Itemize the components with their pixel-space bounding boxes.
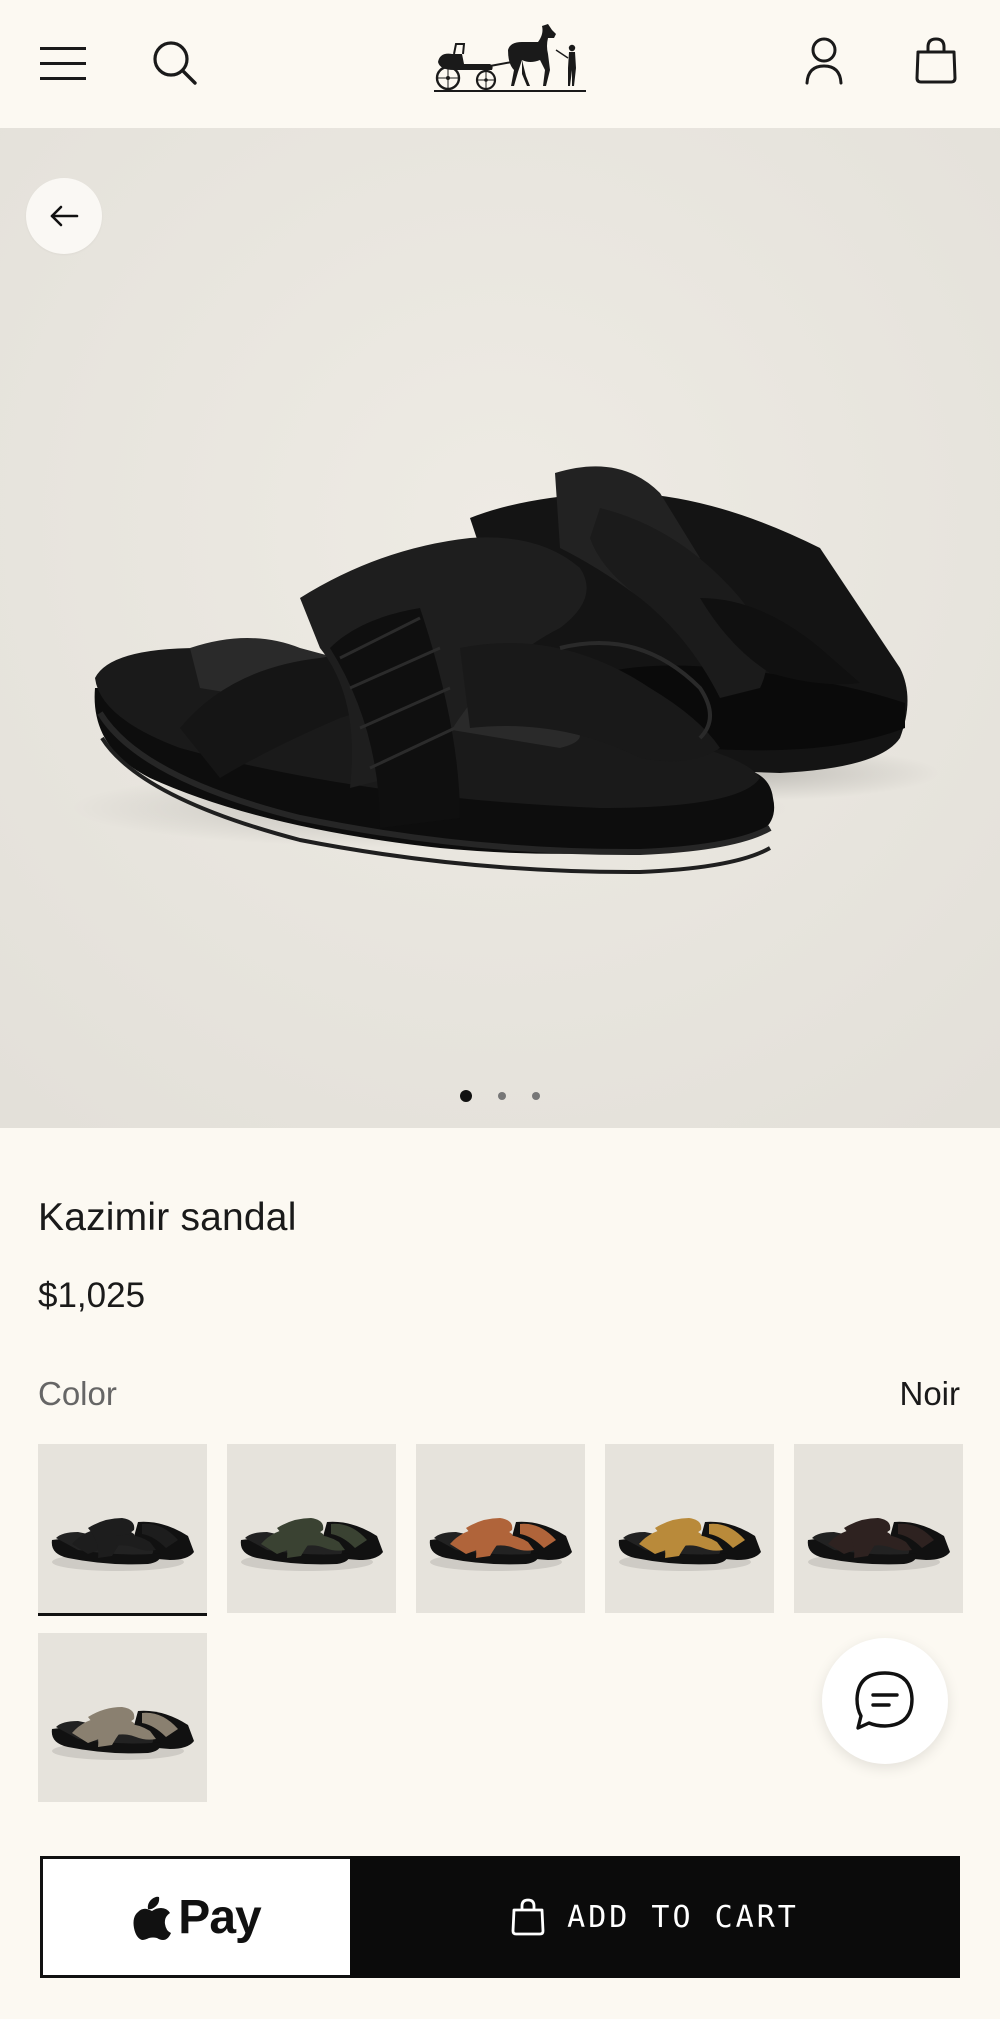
color-swatch-4[interactable] xyxy=(605,1444,774,1613)
swatch-sandal-thumbnail xyxy=(38,1633,207,1802)
gallery-dot-3[interactable] xyxy=(532,1092,540,1100)
selected-swatch-indicator xyxy=(38,1613,207,1616)
apple-logo-icon xyxy=(133,1896,172,1940)
gallery-pagination xyxy=(0,1090,1000,1102)
back-button[interactable] xyxy=(26,178,102,254)
product-image-black-sandal xyxy=(0,128,1000,1128)
swatch-sandal-thumbnail xyxy=(794,1444,963,1613)
color-swatch-2[interactable] xyxy=(227,1444,396,1613)
add-to-cart-label: ADD TO CART xyxy=(567,1899,799,1935)
gallery-dot-1[interactable] xyxy=(460,1090,472,1102)
swatch-sandal-thumbnail xyxy=(605,1444,774,1613)
swatch-sandal-thumbnail xyxy=(227,1444,396,1613)
color-swatch-6[interactable] xyxy=(38,1633,207,1802)
hamburger-menu-icon[interactable] xyxy=(40,44,86,84)
product-title: Kazimir sandal xyxy=(38,1196,297,1239)
apple-pay-label: Pay xyxy=(178,1890,261,1944)
add-to-cart-button[interactable]: ADD TO CART xyxy=(350,1856,960,1978)
swatch-sandal-thumbnail xyxy=(416,1444,585,1613)
chat-button[interactable] xyxy=(822,1638,948,1764)
chat-bubble-icon xyxy=(855,1671,914,1730)
color-label: Color xyxy=(38,1375,117,1412)
product-price: $1,025 xyxy=(38,1276,146,1315)
product-image-gallery[interactable] xyxy=(0,128,1000,1128)
color-swatch-3[interactable] xyxy=(416,1444,585,1613)
color-swatch-5[interactable] xyxy=(794,1444,963,1613)
top-nav-bar xyxy=(0,0,1000,128)
person-icon[interactable] xyxy=(804,36,844,86)
gallery-dot-2[interactable] xyxy=(498,1092,506,1100)
swatch-sandal-thumbnail xyxy=(38,1444,207,1613)
shopping-bag-icon[interactable] xyxy=(914,36,958,84)
arrow-left-icon xyxy=(50,205,79,227)
selected-color-name: Noir xyxy=(899,1375,960,1412)
color-swatch-1[interactable] xyxy=(38,1444,207,1613)
purchase-action-bar: Pay ADD TO CART xyxy=(40,1856,960,1978)
search-icon[interactable] xyxy=(152,40,198,86)
apple-pay-button[interactable]: Pay xyxy=(40,1856,350,1978)
shopping-bag-icon xyxy=(511,1898,545,1936)
horse-carriage-logo[interactable] xyxy=(430,20,590,98)
